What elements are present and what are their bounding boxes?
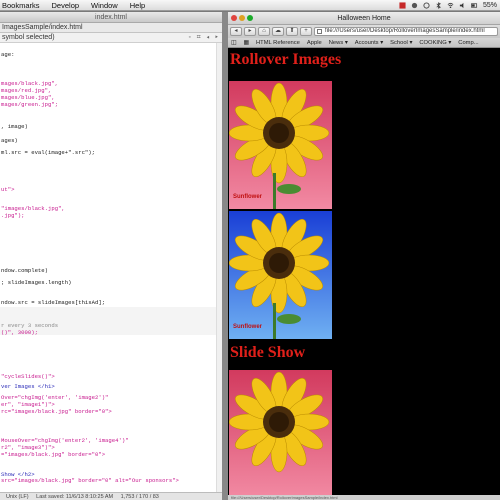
line-ending[interactable]: Unix (LF) (6, 494, 29, 500)
window-controls (231, 15, 253, 21)
editor-symbol-bar: symbol selected) ◦ ⌗ ◂ ▸ (0, 33, 222, 43)
bookmark-comp[interactable]: Comp... (458, 40, 478, 46)
code-line[interactable]: r2", "image3")"> (1, 444, 55, 451)
address-text: file:///Users/user/Desktop/RolloverImage… (325, 28, 485, 34)
wifi-icon[interactable] (447, 2, 454, 9)
code-line[interactable]: ver Images </h1> (1, 383, 55, 390)
code-line[interactable]: mages/blue.jpg", (1, 94, 55, 101)
code-line[interactable]: er", "image1")"> (1, 401, 55, 408)
code-line[interactable]: "images/black.jpg", (1, 205, 65, 212)
symbol-selector[interactable]: symbol selected) (2, 34, 55, 41)
zoom-button[interactable] (247, 15, 253, 21)
code-line[interactable]: ut"> (1, 186, 14, 193)
code-line[interactable]: mages/red.jpg", (1, 87, 51, 94)
bookmark-school[interactable]: School ▾ (390, 40, 412, 46)
code-line[interactable]: .jpg"); (1, 212, 25, 219)
code-line[interactable]: ndow.complete) (1, 267, 48, 274)
menu-window[interactable]: Window (91, 1, 118, 10)
menu-help[interactable]: Help (130, 1, 145, 10)
code-line[interactable]: ; slideImages.length) (1, 279, 72, 286)
forward-button[interactable]: ▸ (244, 27, 256, 36)
editor-toolbar-icons[interactable]: ◦ ⌗ ◂ ▸ (188, 33, 220, 43)
home-button[interactable]: ⌂ (258, 27, 270, 36)
slideshow-heading: Slide Show (230, 344, 306, 361)
code-line[interactable]: "cycleSlides()"> (1, 373, 55, 380)
volume-icon[interactable] (459, 2, 466, 9)
code-line[interactable]: Over="chgImg('enter', 'image2')" (1, 394, 108, 401)
web-page-content: Rollover Images Sunflower Sunflower Slid… (228, 48, 500, 500)
code-line[interactable]: ()", 3000); (1, 329, 38, 336)
sunflower-image (229, 81, 332, 209)
browser-window-title: Halloween Home (337, 15, 391, 22)
alert-icon[interactable] (399, 1, 406, 9)
bluetooth-icon[interactable] (435, 1, 442, 9)
menu-develop[interactable]: Develop (52, 1, 80, 10)
clock-icon[interactable] (423, 1, 430, 9)
code-line[interactable]: ages) (1, 137, 18, 144)
last-saved: Last saved: 11/6/13 8:10:25 AM (36, 494, 114, 500)
browser-window: Halloween Home ◂ ▸ ⌂ ☁ ⬆ + file:///Users… (228, 12, 500, 500)
browser-status-bar: file:///Users/user/Desktop/RolloverImage… (228, 495, 500, 500)
code-line[interactable]: mages/black.jpg", (1, 80, 58, 87)
code-line[interactable]: , image) (1, 123, 28, 130)
close-button[interactable] (231, 15, 237, 21)
cloud-tabs-button[interactable]: ☁ (272, 27, 284, 36)
battery-icon[interactable] (471, 2, 478, 9)
top-sites-icon[interactable]: ▦ (243, 40, 248, 46)
bookmark-apple[interactable]: Apple (307, 40, 322, 46)
editor-file-path[interactable]: ImagesSample/index.html (2, 24, 83, 31)
editor-tab-bar: index.html (0, 12, 222, 23)
code-area[interactable]: age: mages/black.jpg", mages/red.jpg", mage… (0, 43, 216, 493)
rollover-heading: Rollover Images (230, 51, 342, 68)
bookmark-accounts[interactable]: Accounts ▾ (355, 40, 383, 46)
cloud-icon[interactable] (411, 2, 418, 9)
code-line[interactable]: rc="images/black.jpg" border="0"> (1, 408, 112, 415)
code-line[interactable]: ml.src = eval(image+".src"); (1, 149, 95, 156)
code-line[interactable]: age: (1, 51, 14, 58)
back-button[interactable]: ◂ (230, 27, 242, 36)
editor-tab-title[interactable]: index.html (95, 14, 127, 21)
share-button[interactable]: ⬆ (286, 27, 298, 36)
page-icon (317, 29, 322, 34)
minimize-button[interactable] (239, 15, 245, 21)
browser-title-bar: Halloween Home (228, 12, 500, 25)
code-line[interactable]: MouseOver="chgImg('enter2', 'image4')" (1, 437, 129, 444)
cursor-position: 1,753 / 170 / 83 (120, 494, 159, 500)
browser-toolbar: ◂ ▸ ⌂ ☁ ⬆ + file:///Users/user/Desktop/R… (228, 25, 500, 38)
sunflower-image (229, 370, 332, 498)
bookmark-news[interactable]: News ▾ (329, 40, 348, 46)
rollover-image-2[interactable]: Sunflower (229, 211, 332, 339)
sunflower-image (229, 211, 332, 339)
editor-path-bar: ImagesSample/index.html (0, 23, 222, 33)
bookmark-html-reference[interactable]: HTML Reference (256, 40, 300, 46)
menu-bar: Bookmarks Develop Window Help 55% (0, 0, 500, 11)
menu-tray: 55% (399, 2, 500, 9)
editor-status-bar: Unix (LF) Last saved: 11/6/13 8:10:25 AM… (0, 492, 222, 500)
code-line[interactable]: ="images/black.jpg" border="0"> (1, 451, 105, 458)
image-caption: Sunflower (233, 194, 263, 200)
code-line[interactable]: src="images/black.jpg" border="0" alt="O… (1, 477, 179, 484)
code-line[interactable]: ndow.src = slideImages[thisAd]; (1, 299, 105, 306)
add-button[interactable]: + (300, 27, 312, 36)
code-editor-window: index.html ImagesSample/index.html symbo… (0, 12, 222, 500)
code-line[interactable]: r every 3 seconds (1, 322, 58, 329)
reading-list-icon[interactable]: ◫ (231, 40, 236, 46)
image-caption: Sunflower (233, 324, 263, 330)
bookmark-cooking[interactable]: COOKING ▾ (419, 40, 451, 46)
rollover-image-1[interactable]: Sunflower (229, 81, 332, 209)
code-line[interactable]: mages/green.jpg"; (1, 101, 58, 108)
bookmarks-bar: ◫ ▦ HTML Reference Apple News ▾ Accounts… (228, 38, 500, 48)
slideshow-image (229, 370, 332, 498)
battery-percent: 55% (482, 1, 497, 9)
menu-bookmarks[interactable]: Bookmarks (2, 1, 40, 10)
address-bar[interactable]: file:///Users/user/Desktop/RolloverImage… (314, 27, 498, 36)
